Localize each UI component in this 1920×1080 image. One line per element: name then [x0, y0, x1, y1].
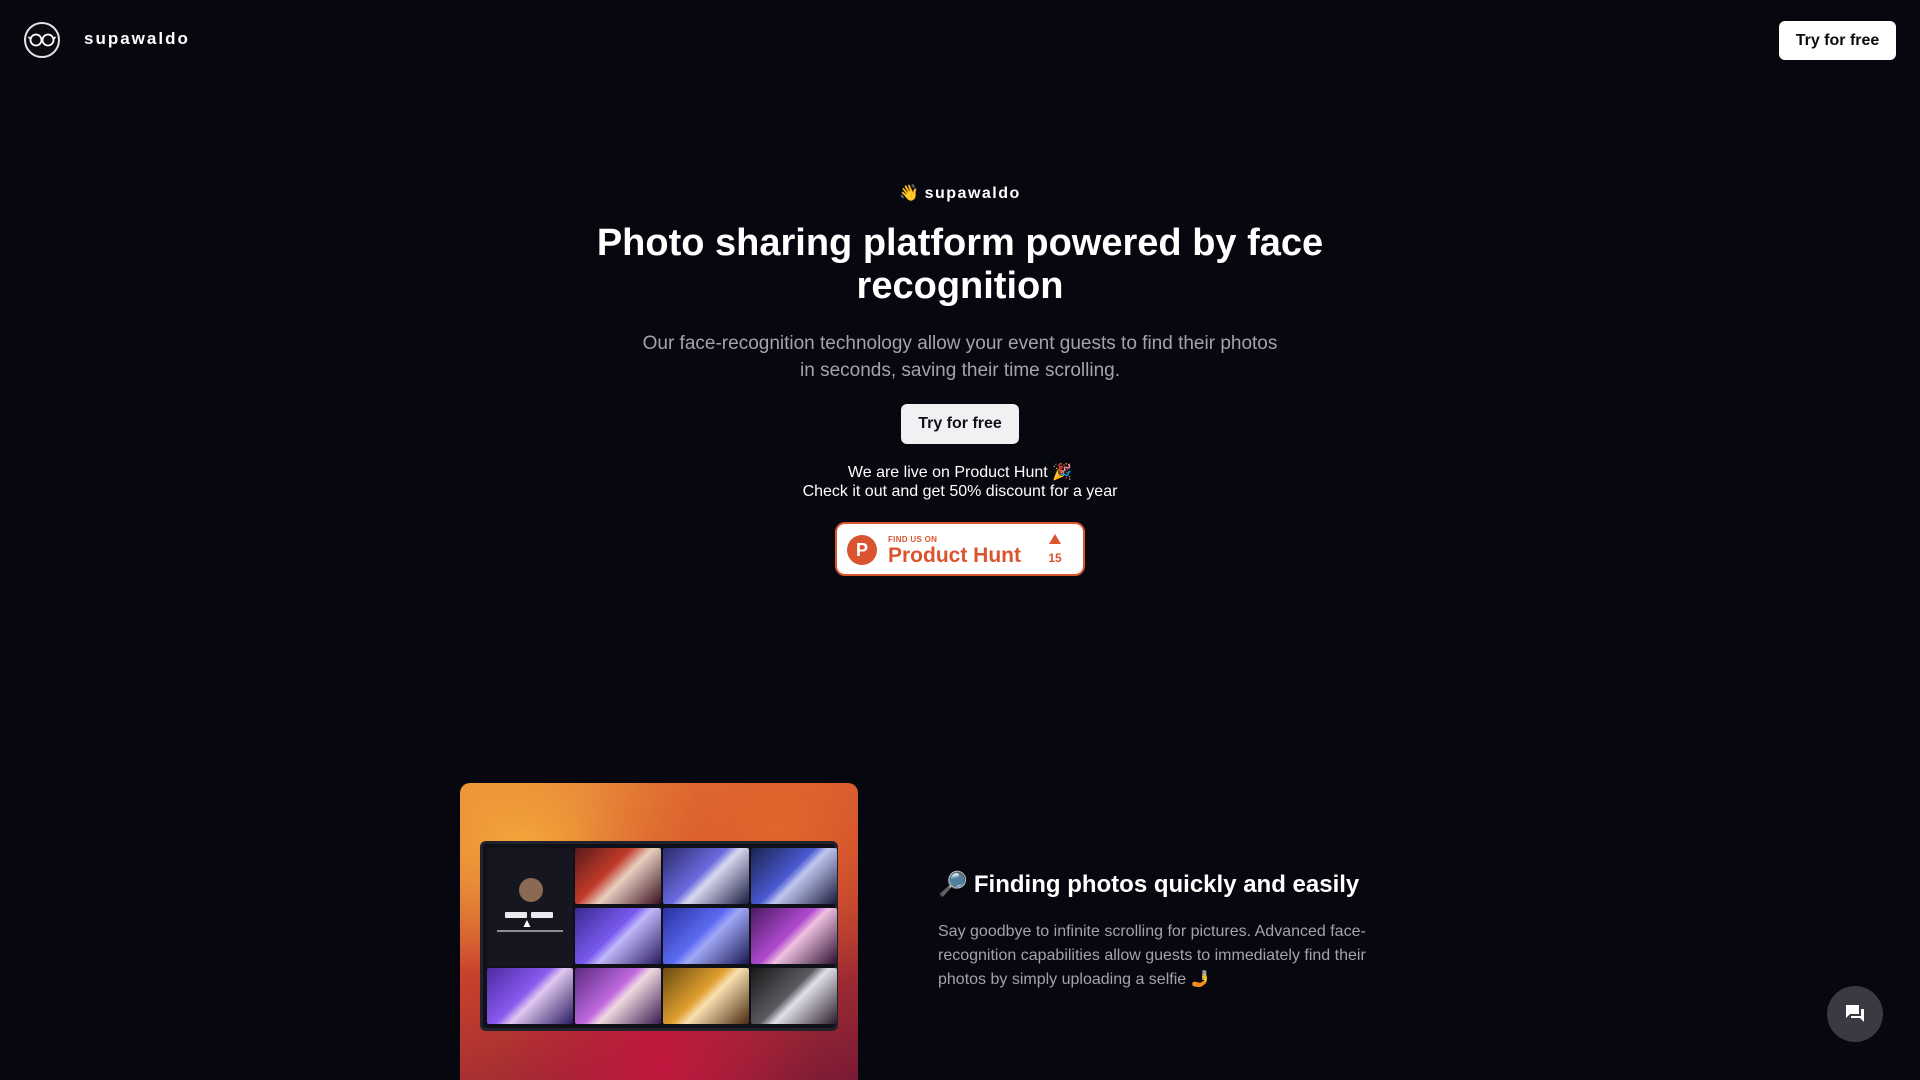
hero-subtitle: Our face-recognition technology allow yo… — [642, 333, 1278, 381]
header-try-free-button[interactable]: Try for free — [1779, 21, 1896, 60]
product-hunt-badge[interactable]: P FIND US ON Product Hunt 15 — [835, 522, 1085, 576]
photo-thumbnail — [487, 968, 573, 1024]
mockup-avatar — [519, 878, 543, 902]
photo-thumbnail — [751, 848, 837, 904]
feature-title: 🔎 Finding photos quickly and easily — [938, 870, 1359, 899]
chat-launcher-button[interactable] — [1827, 986, 1883, 1042]
product-hunt-note-line2: Check it out and get 50% discount for a … — [802, 483, 1118, 500]
feature-screenshot-image: ▲ — [460, 783, 858, 1080]
product-hunt-name: Product Hunt — [888, 544, 1021, 567]
hero-eyebrow: 👋 supawaldo — [0, 183, 1920, 203]
product-hunt-find-us: FIND US ON — [888, 535, 938, 544]
photo-thumbnail — [751, 968, 837, 1024]
hero-try-free-button[interactable]: Try for free — [901, 404, 1019, 444]
upvote-count: 15 — [1048, 551, 1062, 565]
app-mockup-window: ▲ — [480, 841, 838, 1031]
glasses-icon[interactable] — [24, 22, 60, 58]
product-hunt-note: We are live on Product Hunt 🎉 Check it o… — [0, 463, 1920, 501]
photo-thumbnail — [663, 968, 749, 1024]
hero-title: Photo sharing platform powered by face r… — [596, 222, 1324, 307]
chat-icon — [1846, 1005, 1864, 1022]
eyebrow-text: supawaldo — [924, 185, 1021, 202]
upvote-arrow-icon — [1049, 534, 1061, 544]
mockup-caption-line — [497, 930, 563, 932]
product-hunt-logo-icon: P — [847, 535, 877, 565]
magnifier-icon: 🔎 — [938, 871, 968, 898]
photo-thumbnail — [575, 848, 661, 904]
waving-hand-icon: 👋 — [899, 185, 921, 202]
brand-name[interactable]: supawaldo — [84, 29, 190, 49]
landing-page: supawaldo Try for free 👋 supawaldo Photo … — [0, 0, 1920, 1080]
feature-title-text: Finding photos quickly and easily — [973, 871, 1360, 898]
cursor-icon: ▲ — [521, 916, 533, 930]
product-hunt-note-line1: We are live on Product Hunt 🎉 — [847, 464, 1073, 481]
photo-thumbnail — [663, 848, 749, 904]
mockup-chip — [531, 912, 553, 918]
site-header: supawaldo Try for free — [0, 0, 1920, 80]
photo-thumbnail — [575, 908, 661, 964]
photo-thumbnail — [575, 968, 661, 1024]
photo-thumbnail — [751, 908, 837, 964]
feature-description: Say goodbye to infinite scrolling for pi… — [938, 923, 1366, 988]
photo-thumbnail — [663, 908, 749, 964]
mockup-selfie-panel: ▲ — [487, 848, 573, 966]
